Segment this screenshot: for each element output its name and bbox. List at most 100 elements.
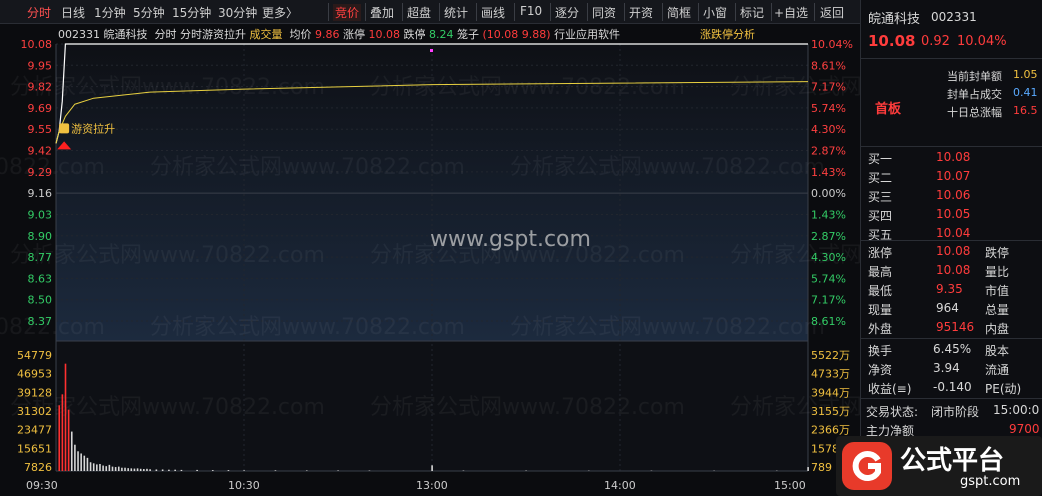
- stats-button[interactable]: 统计: [444, 4, 468, 21]
- panel-stock-code: 002331: [931, 10, 977, 24]
- per-minute-button[interactable]: 逐分: [555, 4, 579, 21]
- price-tick-label: 8.50: [28, 294, 53, 307]
- volume-bar: [136, 468, 139, 471]
- volume-bar: [89, 462, 92, 471]
- price-tick-label: 9.42: [28, 145, 53, 158]
- volume-bar: [77, 451, 79, 471]
- annotation-label: 游资拉升: [71, 121, 115, 135]
- volume-right-tick-label: 4733万: [811, 368, 850, 381]
- volume-bar: [67, 409, 70, 471]
- bid-level-price: 10.08: [936, 150, 971, 164]
- price-tick-label: 8.90: [28, 230, 53, 243]
- volume-right-tick-label: 3155万: [811, 405, 850, 418]
- watermark-tile: 分析家公式网www.70822.com: [10, 395, 325, 420]
- open-capital-button[interactable]: 开资: [629, 4, 653, 21]
- volume-label: 成交量: [249, 28, 283, 41]
- volume-bar: [92, 463, 95, 471]
- price-tick-label: 9.16: [28, 187, 53, 200]
- indicator-name[interactable]: 分时游资拉升: [180, 28, 246, 41]
- stat-label-2: 量比: [985, 265, 1010, 279]
- pct-tick-label: 5.74%: [811, 102, 846, 115]
- volume-bar: [99, 463, 101, 471]
- volume-bar: [305, 470, 308, 471]
- quote-panel: 皖通科技 002331 10.08 0.92 10.04% 当前封单额 1.05…: [860, 0, 1042, 496]
- super-button[interactable]: 超盘: [407, 4, 431, 21]
- draw-button[interactable]: 画线: [481, 4, 505, 21]
- time-tick-label: 09:30: [26, 479, 58, 492]
- volume-right-tick-label: 5522万: [811, 349, 850, 362]
- tab-daily[interactable]: 日线: [61, 4, 85, 21]
- auction-button[interactable]: 竞价: [333, 4, 362, 21]
- volume-bar: [180, 469, 183, 471]
- bid-level-price: 10.07: [936, 169, 971, 183]
- volume-bar: [337, 470, 339, 471]
- stat-value: 10.08: [936, 244, 971, 258]
- volume-tick-label: 23477: [17, 424, 52, 437]
- volume-bar: [74, 444, 76, 471]
- same-capital-button[interactable]: 同资: [592, 4, 616, 21]
- simple-frame-button[interactable]: 简框: [667, 4, 691, 21]
- volume-tick-label: 39128: [17, 386, 52, 399]
- add-watchlist-button[interactable]: +自选: [774, 4, 808, 21]
- tab-30min[interactable]: 30分钟: [218, 4, 257, 21]
- stat-label: 最高: [868, 265, 893, 279]
- bid-level-price: 10.05: [936, 207, 971, 221]
- marker-dot: [430, 49, 433, 52]
- bid-level-price: 10.06: [936, 188, 971, 202]
- sector-label[interactable]: 行业应用软件: [554, 28, 620, 41]
- volume-bar: [174, 469, 176, 471]
- time-tick-label: 13:00: [416, 479, 448, 492]
- volume-bar: [127, 468, 129, 471]
- pct-tick-label: 1.43%: [811, 166, 846, 179]
- bid-level-label: 买三: [868, 190, 893, 204]
- limit-up-label: 涨停: [343, 28, 365, 41]
- limit-analysis-link[interactable]: 涨跌停分析: [700, 26, 755, 42]
- trade-state-value: 闭市阶段: [931, 405, 980, 419]
- bid-level-label: 买四: [868, 209, 893, 223]
- volume-bar: [70, 431, 73, 471]
- stat-label-2: 内盘: [985, 322, 1010, 336]
- panel-stock-name: 皖通科技: [868, 12, 921, 27]
- price-tick-label: 9.03: [28, 208, 53, 221]
- trade-state-label: 交易状态:: [866, 405, 919, 419]
- volume-bar: [58, 405, 61, 471]
- stat2-label-2: 流通: [985, 363, 1010, 377]
- overlay-button[interactable]: 叠加: [370, 4, 394, 21]
- stat2-label: 换手: [868, 344, 893, 358]
- price-tick-label: 9.69: [28, 102, 53, 115]
- volume-bar: [121, 467, 123, 471]
- stat2-label: 净资: [868, 363, 893, 377]
- pct-tick-label: 4.30%: [811, 251, 846, 264]
- logo-url: gspt.com: [960, 474, 1021, 489]
- stat-label: 外盘: [868, 322, 893, 336]
- stat2-value: 3.94: [933, 361, 960, 375]
- pct-tick-label: 7.17%: [811, 294, 846, 307]
- watermark-tile: 分析家公式网www.70822.com: [10, 243, 325, 268]
- stat-value: 9.35: [936, 282, 963, 296]
- volume-bar: [149, 469, 151, 471]
- tab-1min[interactable]: 1分钟: [94, 4, 126, 21]
- intraday-chart[interactable]: 分析家公式网www.70822.com 分析家公式网www.70822.com 分析…: [0, 24, 1042, 496]
- price-tick-label: 8.63: [28, 272, 53, 285]
- mark-button[interactable]: 标记: [740, 4, 764, 21]
- more-menu[interactable]: 更多〉: [262, 4, 298, 21]
- volume-bar: [227, 470, 230, 471]
- volume-right-tick-label: 2366万: [811, 424, 850, 437]
- volume-bar: [111, 466, 114, 471]
- back-button[interactable]: 返回: [820, 4, 844, 21]
- price-tick-label: 9.29: [28, 166, 53, 179]
- f10-button[interactable]: F10: [520, 4, 542, 18]
- volume-bar: [243, 470, 245, 471]
- bid-level-price: 10.04: [936, 226, 971, 240]
- limit-up-value: 10.08: [368, 28, 401, 41]
- volume-right-tick-label: 3944万: [811, 386, 850, 399]
- watermark-tile: 分析家公式网www.70822.com: [10, 75, 325, 100]
- tab-15min[interactable]: 15分钟: [172, 4, 211, 21]
- stat2-value: 6.45%: [933, 342, 972, 356]
- small-window-button[interactable]: 小窗: [703, 4, 727, 21]
- tab-5min[interactable]: 5分钟: [133, 4, 165, 21]
- price-tick-label: 8.37: [28, 315, 53, 328]
- chart-svg[interactable]: 分析家公式网www.70822.com 分析家公式网www.70822.com 分析…: [0, 24, 1042, 496]
- tab-fenshi[interactable]: 分时: [27, 4, 51, 21]
- board-badge: 首板: [875, 102, 902, 117]
